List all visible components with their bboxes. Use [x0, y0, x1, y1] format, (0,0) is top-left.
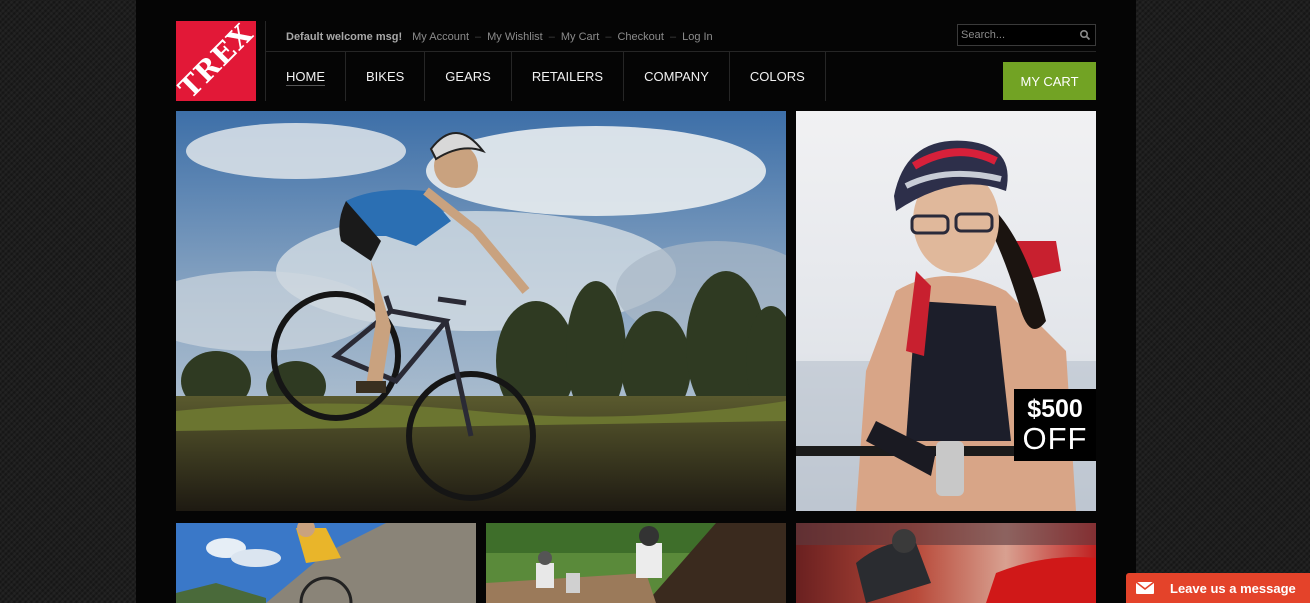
header-top-links: Default welcome msg! My Account – My Wis…: [286, 30, 713, 44]
nav-colors[interactable]: COLORS: [730, 52, 826, 101]
nav-home[interactable]: HOME: [266, 52, 346, 101]
nav-bikes[interactable]: BIKES: [346, 52, 426, 101]
leave-message-widget[interactable]: Leave us a message: [1126, 573, 1310, 603]
thumbnail-city-commuter[interactable]: [796, 523, 1096, 603]
link-separator: –: [475, 31, 482, 43]
page-container: TREX Default welcome msg! My Account – M…: [136, 0, 1136, 603]
search-box: [957, 24, 1096, 46]
welcome-message: Default welcome msg!: [286, 31, 403, 43]
main-nav: HOME BIKES GEARS RETAILERS COMPANY COLOR…: [266, 52, 826, 101]
thumbnail-rocky-trail[interactable]: [176, 523, 476, 603]
trex-logo[interactable]: TREX: [176, 21, 256, 101]
link-separator: –: [548, 31, 555, 43]
link-separator: –: [669, 31, 677, 43]
promo-badge: $500 OFF: [1014, 389, 1096, 461]
search-input[interactable]: [958, 25, 1078, 45]
envelope-icon: [1136, 582, 1154, 594]
search-icon[interactable]: [1079, 29, 1091, 41]
link-checkout[interactable]: Checkout: [617, 31, 663, 43]
link-log-in[interactable]: Log In: [682, 31, 713, 43]
promo-off-label: OFF: [1022, 421, 1088, 456]
my-cart-button[interactable]: MY CART: [1003, 62, 1096, 100]
link-my-cart[interactable]: My Cart: [561, 31, 600, 43]
nav-gears[interactable]: GEARS: [425, 52, 512, 101]
nav-company[interactable]: COMPANY: [624, 52, 730, 101]
link-my-account[interactable]: My Account: [412, 31, 469, 43]
nav-retailers[interactable]: RETAILERS: [512, 52, 625, 101]
link-my-wishlist[interactable]: My Wishlist: [487, 31, 543, 43]
logo-text: TREX: [176, 21, 256, 101]
promo-banner-image[interactable]: $500 OFF: [796, 111, 1096, 511]
promo-amount: $500: [1027, 395, 1083, 423]
link-separator: –: [605, 31, 612, 43]
thumbnail-race-riders[interactable]: [486, 523, 786, 603]
leave-message-label: Leave us a message: [1170, 580, 1296, 596]
hero-banner-image[interactable]: [176, 111, 786, 511]
